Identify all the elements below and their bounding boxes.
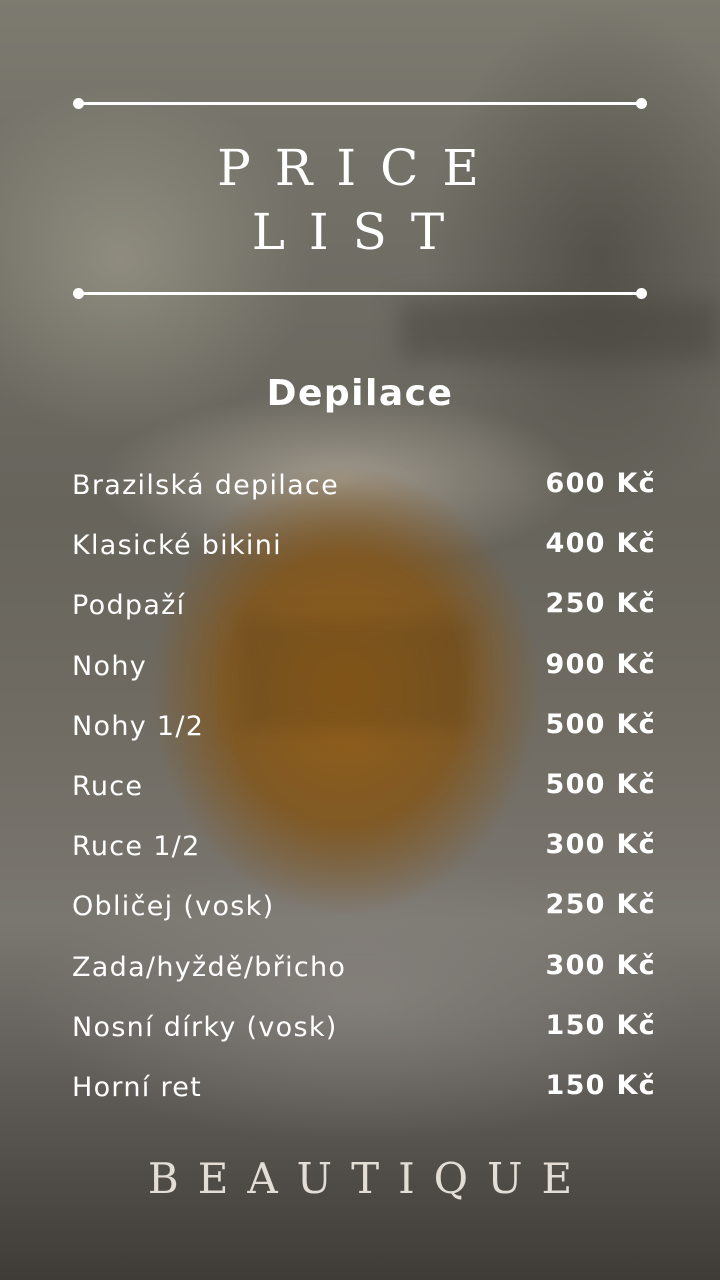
price-row: Brazilská depilace 600 Kč — [72, 468, 656, 530]
section-title: Depilace — [266, 373, 454, 414]
price-row: Ruce 1/2 300 Kč — [72, 829, 656, 891]
divider-end-dot — [636, 98, 647, 109]
title-line-2: LIST — [251, 203, 469, 261]
brand-name: BEAUTIQUE — [147, 1154, 592, 1203]
bottom-divider — [73, 288, 647, 299]
service-name: Zada/hyždě/břicho — [72, 951, 347, 983]
price-row: Zada/hyždě/břicho 300 Kč — [72, 949, 656, 1012]
divider-end-dot — [636, 288, 647, 299]
price-row: Nosní dírky (vosk) 150 Kč — [72, 1009, 656, 1072]
service-name: Nosní dírky (vosk) — [72, 1011, 338, 1043]
divider-end-dot — [73, 288, 84, 299]
price-row: Nohy 1/2 500 Kč — [72, 708, 656, 771]
service-price: 150 Kč — [545, 1069, 656, 1101]
price-row: Nohy 900 Kč — [72, 648, 656, 711]
price-list: Brazilská depilace 600 Kč Klasické bikin… — [72, 468, 656, 1132]
price-row: Obličej (vosk) 250 Kč — [72, 889, 656, 951]
service-price: 900 Kč — [545, 648, 656, 680]
service-price: 300 Kč — [545, 949, 656, 981]
price-row: Horní ret 150 Kč — [72, 1069, 656, 1132]
service-price: 600 Kč — [545, 468, 656, 499]
price-list-story: PRICE LIST Depilace Brazilská depilace 6… — [0, 0, 720, 1280]
price-row: Podpaží 250 Kč — [72, 588, 656, 650]
title-line-1: PRICE — [217, 139, 503, 197]
service-price: 500 Kč — [545, 708, 656, 740]
service-name: Horní ret — [72, 1071, 203, 1103]
service-name: Nohy 1/2 — [72, 710, 205, 742]
service-price: 500 Kč — [545, 768, 656, 800]
service-name: Brazilská depilace — [72, 470, 339, 501]
service-price: 400 Kč — [545, 528, 656, 560]
divider-end-dot — [73, 98, 84, 109]
price-row: Klasické bikini 400 Kč — [72, 528, 656, 590]
service-price: 300 Kč — [545, 829, 656, 861]
top-divider — [73, 98, 647, 109]
service-price: 250 Kč — [545, 889, 656, 921]
service-name: Nohy — [72, 650, 148, 682]
background-shelf — [400, 300, 720, 360]
service-name: Klasické bikini — [72, 530, 282, 562]
service-price: 150 Kč — [545, 1009, 656, 1041]
service-name: Podpaží — [72, 590, 186, 622]
service-name: Ruce — [72, 770, 144, 802]
service-name: Obličej (vosk) — [72, 891, 275, 923]
service-price: 250 Kč — [545, 588, 656, 620]
service-name: Ruce 1/2 — [72, 831, 201, 863]
price-row: Ruce 500 Kč — [72, 768, 656, 831]
